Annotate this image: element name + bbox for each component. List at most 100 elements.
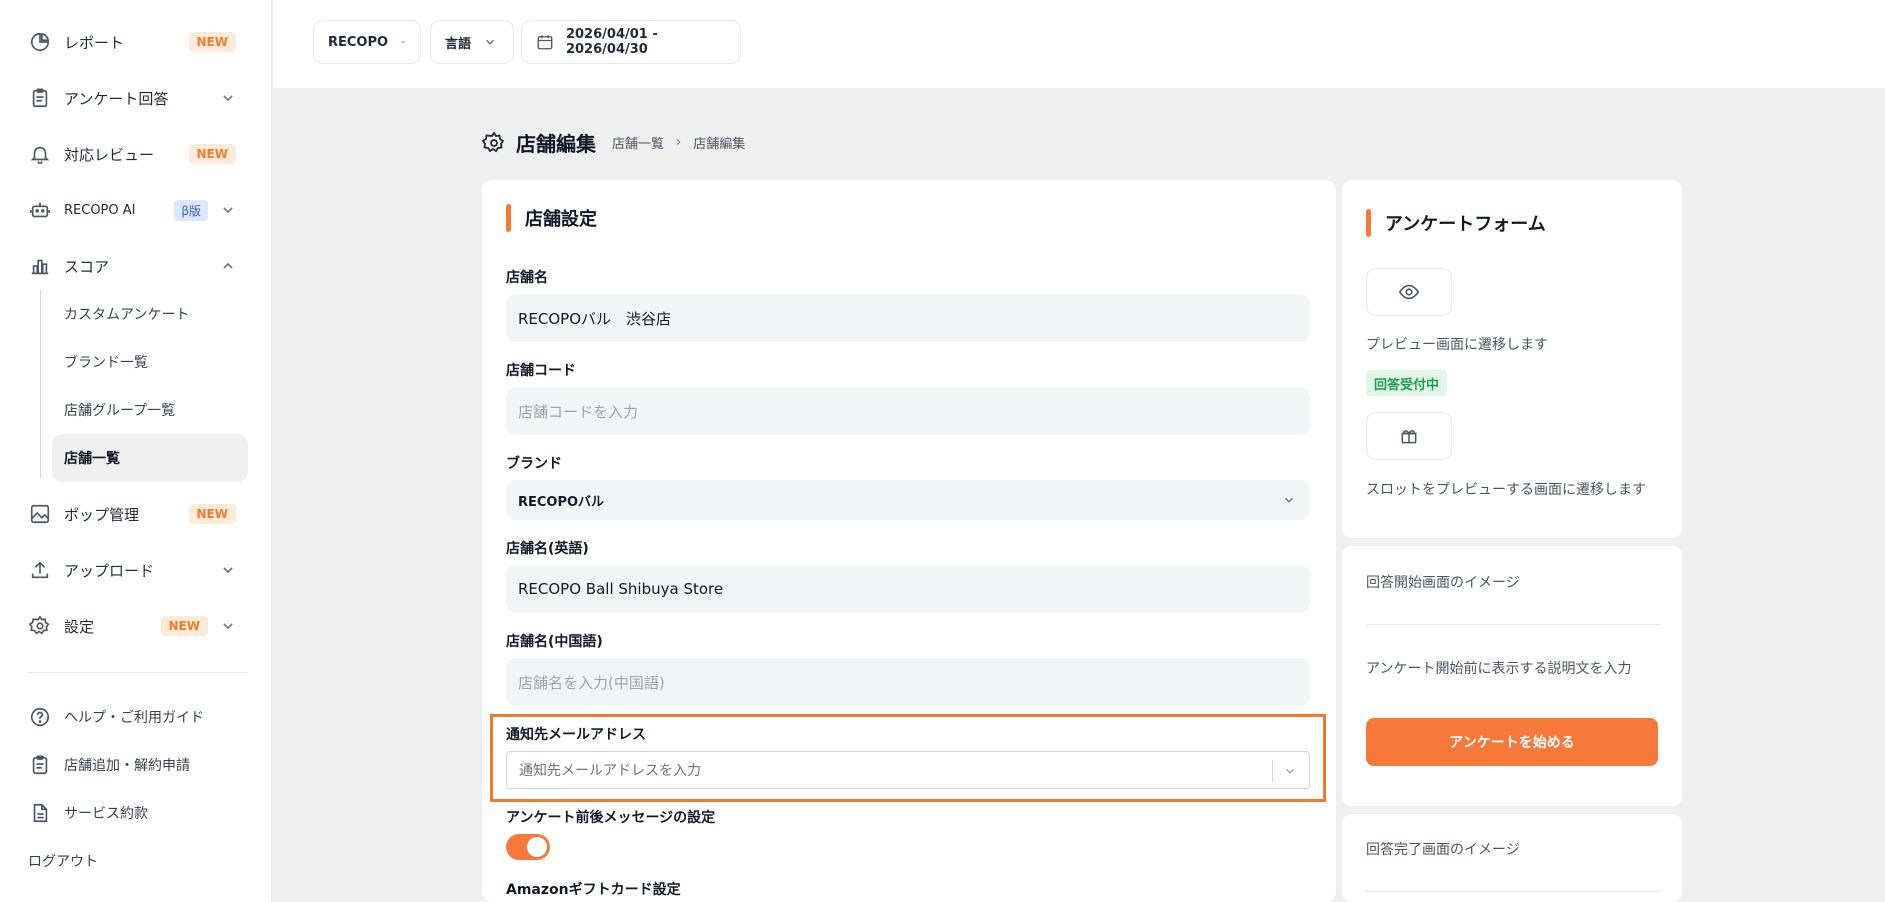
date-range-value: 2026/04/01 - 2026/04/30 — [565, 27, 658, 57]
slot-preview-description: スロットをプレビューする画面に遷移します — [1366, 482, 1646, 498]
store-code-input[interactable]: 店舗コードを入力 — [506, 387, 1310, 435]
sidebar-item-label: アップロード — [64, 561, 155, 580]
sidebar-item-report[interactable]: レポート NEW — [16, 22, 248, 62]
sidebar-item-score[interactable]: スコア — [16, 246, 248, 286]
store-name-input[interactable]: RECOPOバル 渋谷店 — [506, 294, 1310, 342]
slot-preview-button[interactable] — [1366, 412, 1452, 460]
clipboard-icon — [28, 86, 52, 110]
robot-icon — [28, 198, 52, 222]
upload-icon — [28, 558, 52, 582]
help-icon — [28, 705, 52, 729]
sidebar-item-upload[interactable]: アップロード — [16, 550, 248, 590]
preview-description: プレビュー画面に遷移します — [1366, 337, 1548, 353]
chevron-down-icon — [486, 39, 495, 45]
sidebar-item-label: RECOPO AI — [64, 202, 136, 218]
message-setting-label: アンケート前後メッセージの設定 — [506, 810, 716, 826]
divider — [1366, 891, 1660, 892]
sidebar-help-link[interactable]: ヘルプ・ご利用ガイド — [16, 699, 248, 735]
sidebar-divider — [28, 672, 248, 673]
calendar-icon — [537, 35, 553, 50]
complete-screen-label: 回答完了画面のイメージ — [1366, 842, 1520, 858]
sidebar-item-label: スコア — [64, 257, 110, 276]
top-bar: RECOPO 言語 2026/04/01 - 2026/04/30 — [273, 0, 1885, 88]
notify-email-input[interactable]: 通知先メールアドレスを入力 — [506, 751, 1310, 789]
document-icon — [28, 801, 52, 825]
status-badge: 回答受付中 — [1366, 370, 1448, 396]
chart-pie-icon — [28, 30, 52, 54]
store-settings-header: 店舗設定 — [506, 204, 597, 232]
message-setting-toggle[interactable] — [506, 834, 550, 860]
input-separator — [1272, 760, 1273, 782]
sidebar-item-label: ログアウト — [28, 854, 98, 870]
eye-icon — [1398, 284, 1420, 300]
sidebar-item-label: 設定 — [64, 617, 95, 636]
sidebar-subitem-stores[interactable]: 店舗一覧 — [52, 434, 248, 482]
sidebar-item-label: 店舗追加・解約申請 — [64, 758, 190, 774]
sidebar-item-label: 対応レビュー — [64, 145, 155, 164]
amazon-gift-label: Amazonギフトカード設定 — [506, 882, 681, 898]
image-icon — [28, 502, 52, 526]
brand-select-value: RECOPOバル — [518, 494, 605, 510]
store-name-zh-input[interactable]: 店舗名を入力(中国語) — [506, 658, 1310, 706]
sidebar-store-request-link[interactable]: 店舗追加・解約申請 — [16, 747, 248, 783]
chevron-down-icon — [223, 567, 233, 574]
breadcrumb-link-stores[interactable]: 店舗一覧 — [612, 133, 664, 152]
chevron-down-icon — [401, 41, 405, 44]
survey-form-header: アンケートフォーム — [1366, 209, 1546, 237]
section-title: 店舗設定 — [525, 209, 597, 230]
sidebar-item-label: レポート — [64, 33, 125, 52]
bar-chart-icon — [28, 254, 52, 278]
accent-bar — [506, 204, 511, 232]
new-badge: NEW — [160, 616, 208, 636]
sidebar-terms-link[interactable]: サービス約款 — [16, 795, 248, 831]
store-name-label: 店舗名 — [506, 270, 548, 286]
preview-button[interactable] — [1366, 268, 1452, 316]
chevron-down-icon — [223, 207, 233, 214]
sidebar-item-recopo-ai[interactable]: RECOPO AI β版 — [16, 190, 248, 230]
company-select[interactable]: RECOPO — [313, 20, 421, 64]
store-name-en-input[interactable]: RECOPO Ball Shibuya Store — [506, 565, 1310, 613]
chevron-down-icon — [1286, 768, 1294, 774]
breadcrumb: 店舗一覧 › 店舗編集 — [612, 133, 745, 152]
breadcrumb-current: 店舗編集 — [693, 137, 746, 152]
accent-bar — [1366, 209, 1371, 237]
page-header: 店舗編集 店舗一覧 › 店舗編集 — [482, 128, 745, 157]
sidebar-item-label: アンケート回答 — [64, 89, 169, 108]
chevron-up-icon — [223, 262, 233, 269]
sidebar-item-pop[interactable]: ポップ管理 NEW — [16, 494, 248, 534]
sidebar-subitem-brands[interactable]: ブランド一覧 — [52, 338, 248, 386]
store-name-en-label: 店舗名(英語) — [506, 541, 589, 557]
brand-select[interactable]: RECOPOバル — [506, 480, 1310, 520]
submenu-guide-line — [40, 290, 41, 478]
sidebar-item-survey-answers[interactable]: アンケート回答 — [16, 78, 248, 118]
sidebar-item-label: ヘルプ・ご利用ガイド — [64, 710, 204, 726]
divider — [1366, 624, 1660, 625]
sidebar-item-settings[interactable]: 設定 NEW — [16, 606, 248, 646]
chevron-down-icon — [223, 623, 233, 630]
company-select-value: RECOPO — [328, 34, 389, 50]
start-screen-label: 回答開始画面のイメージ — [1366, 575, 1520, 591]
breadcrumb-separator-icon: › — [676, 135, 682, 150]
sidebar: レポート NEW アンケート回答 対応レビュー NEW RECOPO AI β版… — [0, 0, 272, 902]
gear-icon — [482, 130, 505, 152]
new-badge: NEW — [188, 144, 236, 164]
logout-link[interactable]: ログアウト — [16, 843, 248, 879]
beta-badge: β版 — [174, 200, 208, 221]
language-select[interactable]: 言語 — [430, 20, 514, 64]
store-code-label: 店舗コード — [506, 363, 576, 379]
new-badge: NEW — [188, 32, 236, 52]
sidebar-item-reviews[interactable]: 対応レビュー NEW — [16, 134, 248, 174]
notify-email-label: 通知先メールアドレス — [506, 727, 646, 743]
sidebar-item-label: ポップ管理 — [64, 505, 140, 524]
gear-icon — [28, 614, 52, 638]
toggle-knob — [527, 837, 547, 857]
chevron-down-icon — [223, 95, 233, 102]
notify-email-placeholder: 通知先メールアドレスを入力 — [519, 763, 701, 779]
start-survey-button[interactable]: アンケートを始める — [1366, 718, 1658, 766]
sidebar-subitem-custom-survey[interactable]: カスタムアンケート — [52, 290, 248, 338]
sidebar-subitem-store-groups[interactable]: 店舗グループ一覧 — [52, 386, 248, 434]
date-range-picker[interactable]: 2026/04/01 - 2026/04/30 — [521, 20, 741, 64]
start-screen-description: アンケート開始前に表示する説明文を入力 — [1366, 661, 1632, 677]
survey-form-title: アンケートフォーム — [1385, 214, 1546, 235]
new-badge: NEW — [188, 504, 236, 524]
